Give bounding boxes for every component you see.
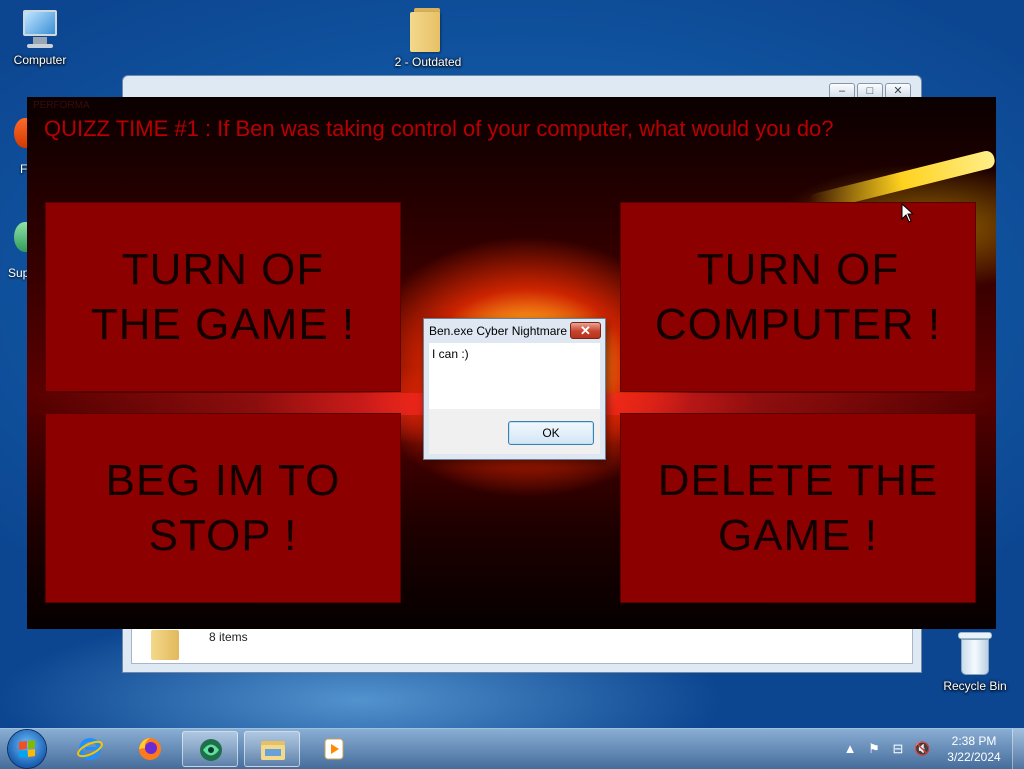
network-icon[interactable]: ⊟ [890,741,906,757]
desktop-icon-label: Computer [13,53,67,67]
dialog-title: Ben.exe Cyber Nightmare [429,324,568,338]
taskbar-firefox[interactable] [122,731,178,767]
taskbar-internet-explorer[interactable] [62,731,118,767]
taskbar-file-explorer[interactable] [244,731,300,767]
game-app-icon [200,739,222,761]
internet-explorer-icon [77,738,103,760]
show-hidden-icons-chevron-icon[interactable]: ▲ [842,741,858,757]
answer-line: GAME ! [717,511,878,560]
taskbar: ▲ ⚑ ⊟ 🔇 2:38 PM 3/22/2024 [0,728,1024,769]
desktop: Computer 2 - Outdated Recycle Bin F Sup … [0,0,1024,728]
answer-button-beg-to-stop[interactable]: BEG IM TO STOP ! [45,413,401,603]
answer-button-turn-off-game[interactable]: TURN OF THE GAME ! [45,202,401,392]
volume-muted-icon[interactable]: 🔇 [914,741,930,757]
file-explorer-icon [261,741,285,760]
taskbar-game-app[interactable] [182,731,238,767]
answer-line: DELETE THE [657,456,939,505]
quiz-question: QUIZZ TIME #1 : If Ben was taking contro… [44,116,834,141]
answer-button-delete-game[interactable]: DELETE THE GAME ! [620,413,976,603]
item-count: 8 items [209,630,248,644]
firefox-icon [139,738,161,760]
answer-line: TURN OF [121,245,325,294]
dialog-message: I can :) [432,347,469,361]
desktop-icon-computer[interactable]: Computer [0,8,80,67]
answer-line: TURN OF [696,245,900,294]
windows-logo-icon [19,740,35,758]
start-button[interactable] [8,730,46,768]
ok-button[interactable]: OK [508,421,594,445]
dialog-close-button[interactable]: ✕ [570,322,601,339]
desktop-icon-label: Recycle Bin [943,679,1007,693]
taskbar-media-player[interactable] [306,731,362,767]
folder-icon [151,626,181,660]
answer-line: BEG IM TO [105,456,341,505]
show-desktop-button[interactable] [1012,729,1024,769]
answer-line: COMPUTER ! [654,300,942,349]
answer-button-turn-off-computer[interactable]: TURN OF COMPUTER ! [620,202,976,392]
clock-time: 2:38 PM [951,734,997,748]
desktop-icon-label: 2 - Outdated [394,55,462,69]
desktop-icon-outdated-folder[interactable]: 2 - Outdated [388,6,468,69]
folder-icon [410,6,446,52]
media-player-icon [324,738,344,760]
recycle-bin-icon [958,632,992,676]
answer-line: STOP ! [148,511,298,560]
mouse-cursor-icon [901,203,915,223]
desktop-icon-recycle-bin[interactable]: Recycle Bin [935,632,1015,693]
action-center-flag-icon[interactable]: ⚑ [866,741,882,757]
computer-icon [19,8,61,50]
answer-line: THE GAME ! [90,300,356,349]
clock-date: 3/22/2024 [947,750,1001,764]
clock[interactable]: 2:38 PM 3/22/2024 [946,733,1002,765]
faint-label: PERFORMA [33,100,90,111]
message-dialog[interactable]: Ben.exe Cyber Nightmare ✕ I can :) OK [423,318,606,460]
